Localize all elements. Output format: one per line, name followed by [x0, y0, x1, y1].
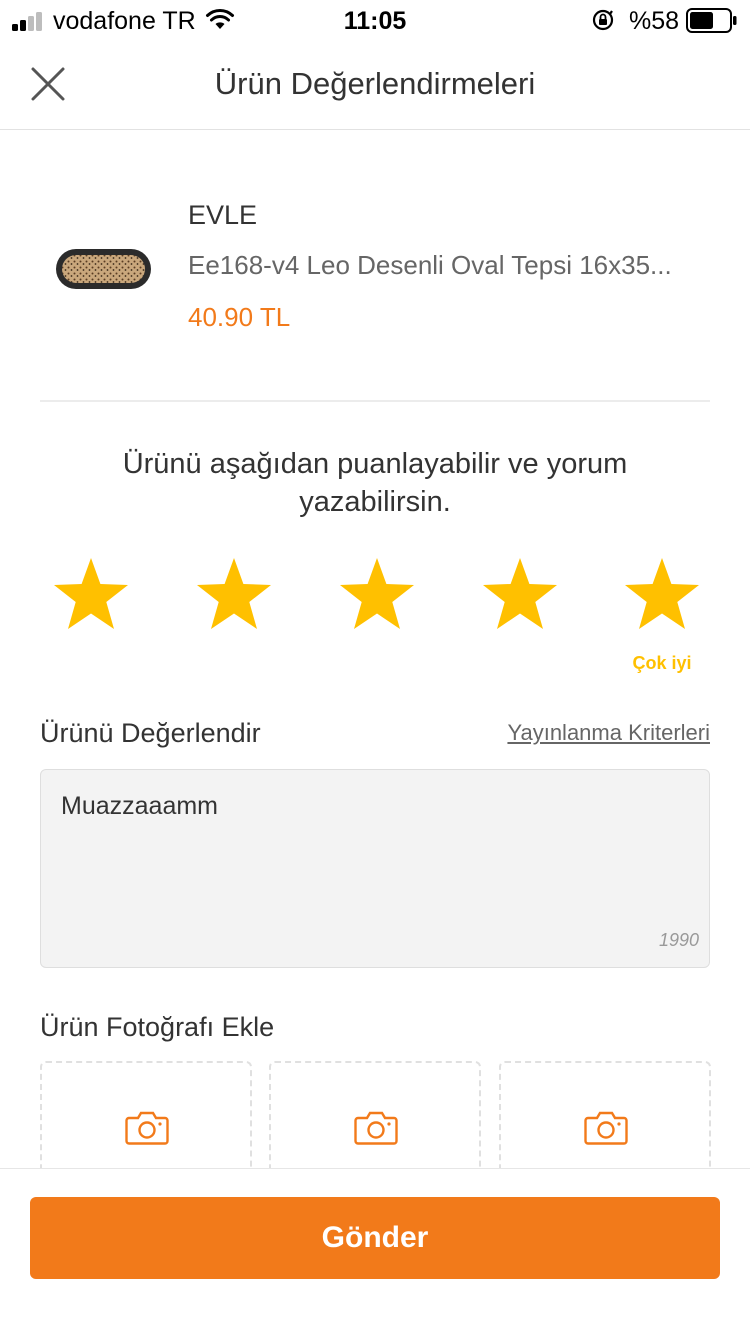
submit-button[interactable]: Gönder: [30, 1197, 720, 1279]
star-5-icon[interactable]: [621, 555, 703, 637]
remaining-char-count: 1990: [658, 930, 699, 950]
battery-percentage: %58: [629, 7, 680, 35]
star-3-icon[interactable]: [336, 555, 418, 637]
star-1-icon[interactable]: [50, 555, 132, 637]
battery-icon: [686, 8, 737, 33]
publishing-criteria-link[interactable]: Yayınlanma Kriterleri: [507, 720, 710, 746]
camera-icon: [354, 1111, 398, 1145]
rating-label: Çok iyi: [632, 653, 692, 673]
add-photo-slot-3[interactable]: [499, 1061, 711, 1181]
rating-prompt-line-2: yazabilirsin.: [299, 486, 451, 518]
camera-icon: [584, 1111, 628, 1145]
camera-icon: [125, 1111, 169, 1145]
review-heading: Ürünü Değerlendir: [40, 718, 261, 748]
product-brand: EVLE: [188, 200, 258, 230]
page-title: Ürün Değerlendirmeleri: [214, 66, 536, 101]
product-price: 40.90 TL: [188, 302, 291, 332]
product-name: Ee168-v4 Leo Desenli Oval Tepsi 16x35...: [188, 250, 672, 280]
footer: Gönder: [0, 1168, 750, 1334]
status-bar: vodafone TR 11:05 %58: [0, 0, 750, 40]
nav-bar: Ürün Değerlendirmeleri: [0, 40, 750, 130]
rotation-lock-icon: [592, 9, 614, 31]
divider: [40, 400, 710, 402]
star-rating: [0, 555, 750, 645]
rating-prompt: Ürünü aşağıdan puanlayabilir ve yorum ya…: [60, 445, 690, 521]
add-photo-slot-2[interactable]: [269, 1061, 481, 1181]
rating-prompt-line-1: Ürünü aşağıdan puanlayabilir ve yorum: [122, 448, 628, 480]
star-2-icon[interactable]: [193, 555, 275, 637]
review-text: Muazzaaamm: [61, 792, 218, 820]
review-textarea[interactable]: Muazzaaamm 1990: [40, 769, 710, 968]
add-photo-slot-1[interactable]: [40, 1061, 252, 1181]
photo-heading: Ürün Fotoğrafı Ekle: [40, 1012, 275, 1042]
star-4-icon[interactable]: [479, 555, 561, 637]
product-summary: EVLE Ee168-v4 Leo Desenli Oval Tepsi 16x…: [0, 130, 750, 402]
product-image: [56, 249, 151, 289]
